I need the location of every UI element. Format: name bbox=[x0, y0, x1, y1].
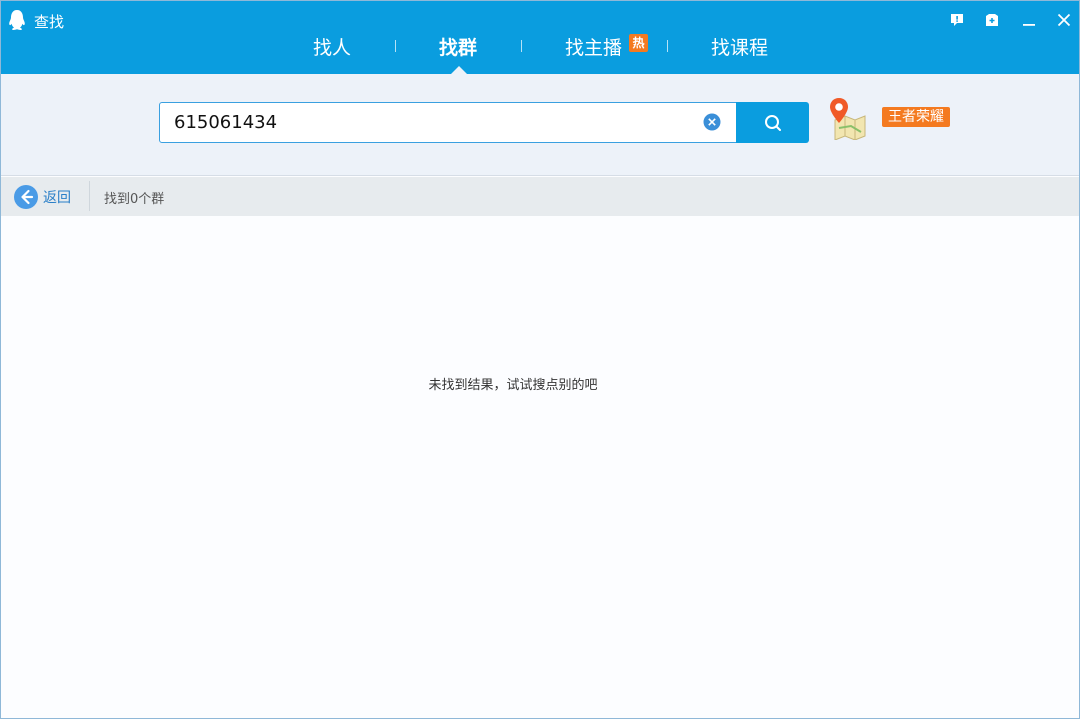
tab-find-streamers[interactable]: 找主播 bbox=[565, 33, 622, 60]
qq-penguin-icon bbox=[9, 10, 25, 30]
search-box bbox=[159, 102, 737, 143]
location-tag[interactable]: 王者荣耀 bbox=[882, 107, 950, 127]
title-bar: 查找 找人 找群 找主播 找课程 热 bbox=[1, 1, 1079, 74]
active-tab-indicator bbox=[451, 66, 467, 74]
hot-badge: 热 bbox=[629, 34, 648, 52]
search-icon bbox=[764, 114, 781, 131]
search-input[interactable] bbox=[174, 103, 694, 142]
feedback-icon bbox=[951, 14, 963, 26]
tab-separator bbox=[395, 40, 396, 52]
tab-find-groups[interactable]: 找群 bbox=[439, 33, 477, 60]
feedback-button[interactable] bbox=[946, 9, 968, 31]
skin-button[interactable] bbox=[981, 9, 1003, 31]
result-count: 找到0个群 bbox=[104, 192, 165, 207]
clear-search-icon[interactable] bbox=[703, 113, 721, 131]
find-window: 查找 找人 找群 找主播 找课程 热 615061434 王者荣耀 返回 找到0… bbox=[0, 0, 1080, 719]
close-button[interactable] bbox=[1053, 9, 1075, 31]
minimize-icon bbox=[1023, 24, 1035, 26]
window-title: 查找 bbox=[34, 13, 65, 31]
tab-separator bbox=[667, 40, 668, 52]
divider bbox=[89, 181, 90, 211]
back-arrow-icon bbox=[14, 185, 38, 209]
search-area: 王者荣耀 bbox=[1, 74, 1079, 176]
back-button[interactable]: 返回 bbox=[13, 184, 71, 210]
search-button[interactable] bbox=[736, 102, 809, 143]
empty-results-message: 未找到结果，试试搜点别的吧 bbox=[428, 378, 598, 393]
search-tabs: 找人 找群 找主播 找课程 bbox=[1, 31, 1079, 74]
back-label: 返回 bbox=[43, 190, 71, 206]
close-icon bbox=[1057, 13, 1071, 27]
tab-separator bbox=[521, 40, 522, 52]
skin-icon bbox=[986, 14, 998, 26]
result-bar: 返回 找到0个群 bbox=[1, 177, 1079, 216]
tab-find-courses[interactable]: 找课程 bbox=[711, 33, 768, 60]
minimize-button[interactable] bbox=[1018, 9, 1040, 31]
location-map-icon[interactable] bbox=[827, 96, 867, 140]
tab-find-people[interactable]: 找人 bbox=[313, 33, 351, 60]
results-content: 未找到结果，试试搜点别的吧 bbox=[1, 216, 1079, 718]
